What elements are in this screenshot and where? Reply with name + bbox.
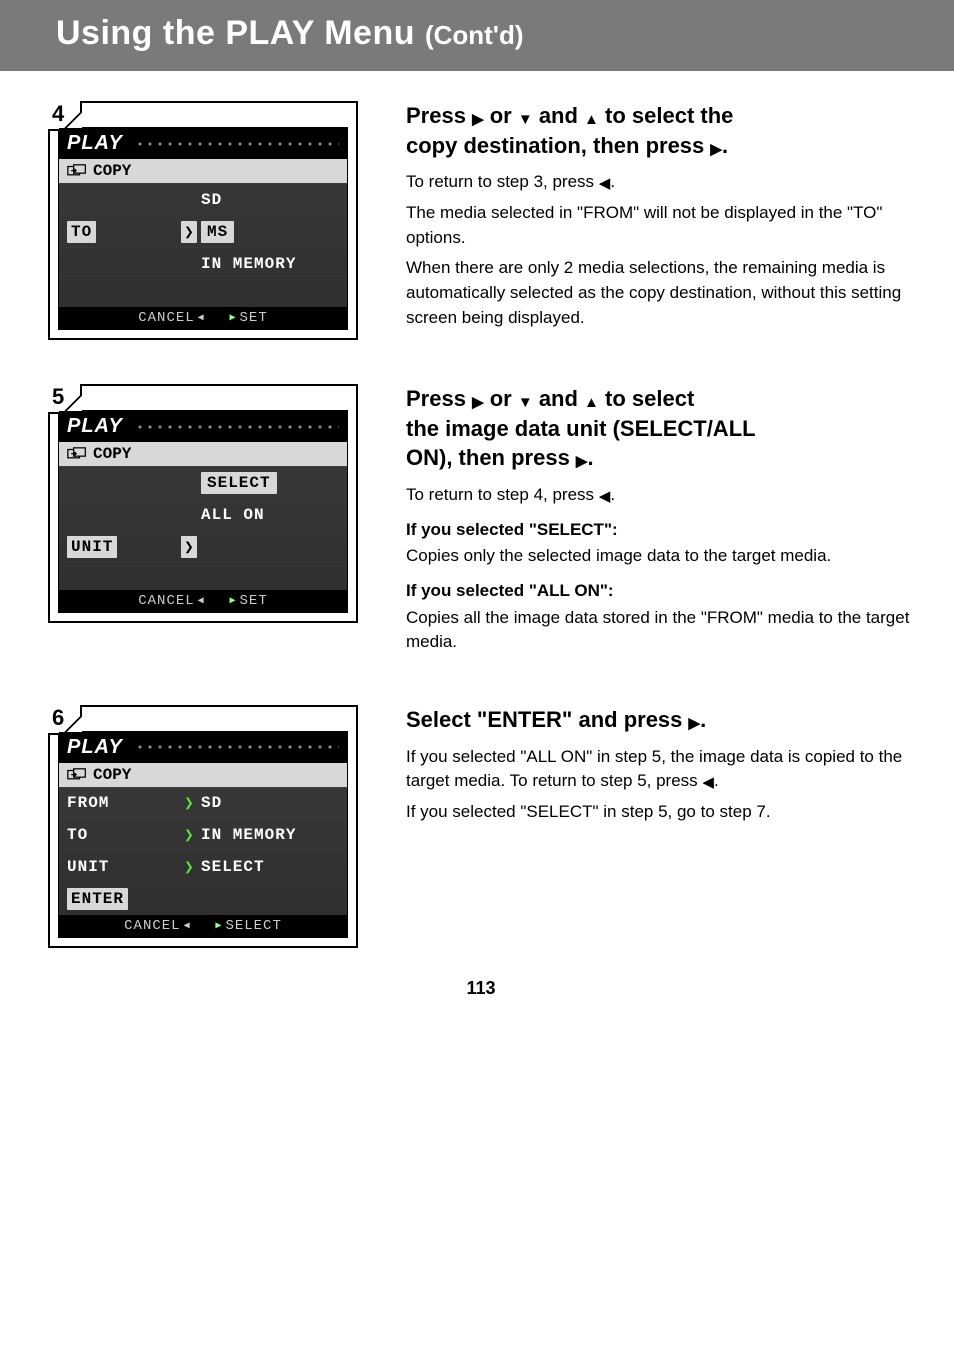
option-select-title: If you selected "SELECT":	[406, 518, 914, 543]
option-row[interactable]: SD	[59, 183, 347, 215]
option-allon-text: Copies all the image data stored in the …	[406, 606, 914, 655]
lcd-footer: CANCEL◀ ▶SELECT	[59, 915, 347, 937]
screenshot-step-4: 4 PLAY COPY	[48, 101, 358, 340]
copy-icon	[67, 768, 87, 782]
step-5-body: To return to step 4, press ◀. If you sel…	[406, 483, 914, 655]
tab-dots	[135, 422, 339, 432]
lcd-submenu-label: COPY	[93, 766, 131, 784]
triangle-right-icon: ▶	[215, 920, 222, 932]
triangle-right-icon: ▶	[576, 454, 588, 469]
chevron-right-icon: ❯	[177, 825, 201, 845]
step-4-heading: Press ▶ or ▼ and ▲ to select the copy de…	[406, 101, 914, 160]
option-select-text: Copies only the selected image data to t…	[406, 544, 914, 569]
page-title: Using the PLAY Menu	[56, 14, 425, 52]
triangle-right-icon: ▶	[472, 112, 484, 127]
page-number: 113	[48, 978, 914, 999]
page-title-cont: (Cont'd)	[425, 20, 524, 50]
lcd-screen: PLAY COPY FROM ❯	[58, 731, 348, 938]
option-row-selected[interactable]: UNIT ❯	[59, 530, 347, 562]
page-title-bar: Using the PLAY Menu (Cont'd)	[0, 0, 954, 71]
triangle-left-icon: ◀	[599, 176, 611, 191]
copy-icon	[67, 447, 87, 461]
tab-dots	[135, 139, 339, 149]
tab-dots	[135, 742, 339, 752]
triangle-up-icon: ▲	[584, 112, 599, 127]
lcd-submenu-label: COPY	[93, 445, 131, 463]
option-row-selected[interactable]: ENTER	[59, 883, 347, 915]
step-4-body: To return to step 3, press ◀. The media …	[406, 170, 914, 330]
triangle-up-icon: ▲	[584, 395, 599, 410]
option-row[interactable]: TO ❯ IN MEMORY	[59, 819, 347, 851]
triangle-left-icon: ◀	[184, 920, 191, 932]
lcd-screen: PLAY COPY SD	[58, 127, 348, 330]
step-number-4: 4	[48, 101, 82, 131]
lcd-mode-label: PLAY	[67, 415, 123, 438]
chevron-right-icon: ❯	[181, 536, 197, 558]
screenshot-step-6: 6 PLAY COPY	[48, 705, 358, 948]
option-row[interactable]: UNIT ❯ SELECT	[59, 851, 347, 883]
step-5-heading: Press ▶ or ▼ and ▲ to select the image d…	[406, 384, 914, 473]
chevron-right-icon: ❯	[177, 793, 201, 813]
triangle-right-icon: ▶	[689, 716, 701, 731]
option-row[interactable]: SELECT	[59, 466, 347, 498]
lcd-footer: CANCEL◀ ▶SET	[59, 307, 347, 329]
lcd-mode-label: PLAY	[67, 132, 123, 155]
triangle-left-icon: ◀	[702, 775, 714, 790]
triangle-left-icon: ◀	[198, 595, 205, 607]
option-row[interactable]: FROM ❯ SD	[59, 787, 347, 819]
step-number-5: 5	[48, 384, 82, 414]
triangle-left-icon: ◀	[198, 312, 205, 324]
lcd-mode-label: PLAY	[67, 736, 123, 759]
chevron-right-icon: ❯	[181, 221, 197, 243]
option-allon-title: If you selected "ALL ON":	[406, 579, 914, 604]
step-number-6: 6	[48, 705, 82, 735]
triangle-down-icon: ▼	[518, 395, 533, 410]
step-6-body: If you selected "ALL ON" in step 5, the …	[406, 745, 914, 825]
triangle-down-icon: ▼	[518, 112, 533, 127]
lcd-footer: CANCEL◀ ▶SET	[59, 590, 347, 612]
step-6-heading: Select "ENTER" and press ▶.	[406, 705, 914, 735]
chevron-right-icon: ❯	[177, 857, 201, 877]
triangle-right-icon: ▶	[230, 312, 237, 324]
screenshot-step-5: 5 PLAY COPY	[48, 384, 358, 623]
lcd-screen: PLAY COPY SELECT	[58, 410, 348, 613]
lcd-submenu-label: COPY	[93, 162, 131, 180]
triangle-right-icon: ▶	[710, 142, 722, 157]
option-row-selected[interactable]: TO ❯ MS	[59, 215, 347, 247]
triangle-right-icon: ▶	[230, 595, 237, 607]
triangle-left-icon: ◀	[599, 489, 611, 504]
option-row[interactable]: ALL ON	[59, 498, 347, 530]
option-row[interactable]: IN MEMORY	[59, 247, 347, 279]
triangle-right-icon: ▶	[472, 395, 484, 410]
copy-icon	[67, 164, 87, 178]
